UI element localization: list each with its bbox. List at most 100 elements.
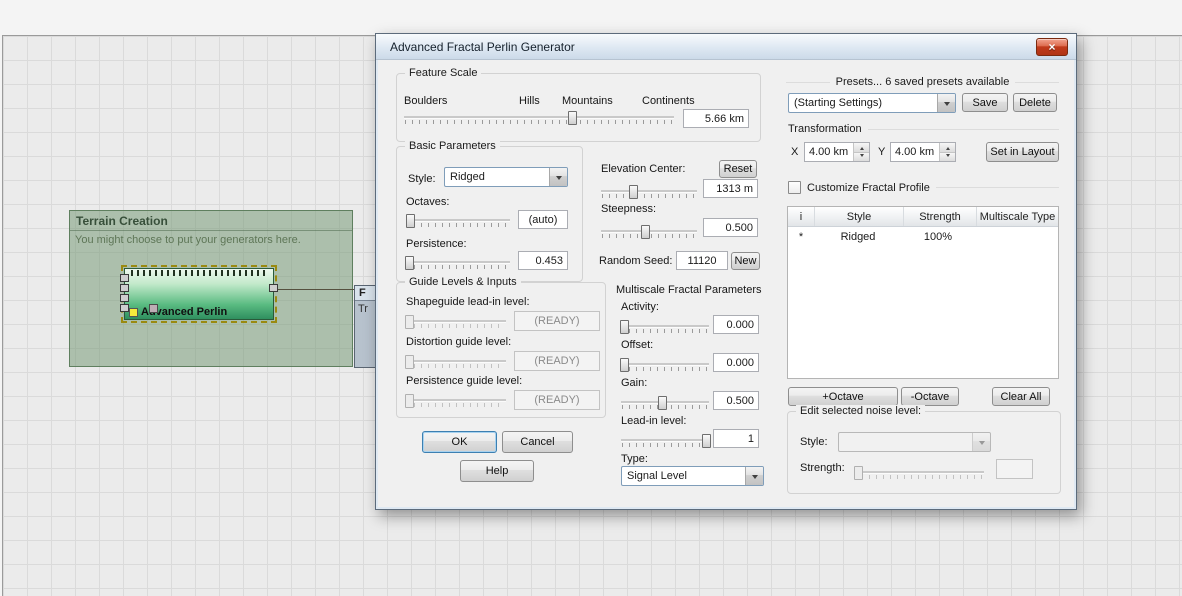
slider-thumb[interactable] — [405, 394, 414, 408]
terrain-group-title: Terrain Creation — [70, 211, 352, 231]
slider-thumb[interactable] — [568, 111, 578, 125]
clear-all-button[interactable]: Clear All — [992, 387, 1050, 406]
chevron-down-icon[interactable] — [549, 168, 567, 186]
node-body[interactable]: Advanced Perlin — [124, 268, 274, 320]
help-button[interactable]: Help — [460, 460, 534, 482]
slider-thumb[interactable] — [619, 358, 629, 372]
advanced-perlin-node[interactable]: Advanced Perlin — [120, 265, 278, 323]
header-multiscale-type[interactable]: Multiscale Type — [977, 207, 1058, 226]
transform-x-input[interactable]: 4.00 km — [804, 142, 870, 162]
chevron-down-icon[interactable] — [745, 467, 763, 485]
slider-ticks — [407, 265, 509, 269]
delete-preset-button[interactable]: Delete — [1013, 93, 1057, 112]
octaves-slider[interactable] — [406, 214, 510, 228]
remove-octave-button[interactable]: -Octave — [901, 387, 959, 406]
leadin-level-slider[interactable] — [621, 434, 712, 448]
offset-value[interactable]: 0.000 — [713, 353, 759, 372]
random-seed-input[interactable]: 11120 — [676, 251, 728, 270]
cancel-button[interactable]: Cancel — [502, 431, 573, 453]
multiscale-section-label: Multiscale Fractal Parameters — [616, 284, 762, 296]
tick-label-continents: Continents — [642, 95, 695, 107]
feature-scale-value[interactable]: 5.66 km — [683, 109, 749, 128]
slider-thumb[interactable] — [405, 315, 414, 329]
octave-table[interactable]: i Style Strength Multiscale Type * Ridge… — [787, 206, 1059, 379]
slider-thumb[interactable] — [702, 434, 712, 448]
type-dropdown[interactable]: Signal Level — [621, 466, 764, 486]
bypass-port[interactable] — [149, 304, 158, 313]
transform-x-label: X — [791, 146, 799, 158]
slider-thumb[interactable] — [405, 355, 414, 369]
divider-line — [786, 81, 830, 83]
shapeguide-slider[interactable] — [405, 315, 506, 329]
guide-levels-legend: Guide Levels & Inputs — [405, 276, 521, 288]
gain-slider[interactable] — [621, 396, 709, 410]
slider-thumb[interactable] — [405, 256, 415, 270]
set-in-layout-button[interactable]: Set in Layout — [986, 142, 1059, 162]
header-strength[interactable]: Strength — [904, 207, 977, 226]
leadin-level-value[interactable]: 1 — [713, 429, 759, 448]
steepness-value[interactable]: 0.500 — [703, 218, 758, 237]
new-seed-button[interactable]: New — [731, 252, 760, 270]
chevron-down-icon[interactable] — [937, 94, 955, 112]
close-button[interactable]: × — [1036, 37, 1068, 56]
output-port[interactable] — [269, 284, 278, 292]
input-port-4[interactable] — [120, 304, 129, 312]
slider-ticks — [622, 329, 708, 333]
transform-y-input[interactable]: 4.00 km — [890, 142, 956, 162]
spinner-up-icon[interactable] — [940, 143, 955, 152]
input-port-1[interactable] — [120, 274, 129, 282]
persistence-guide-status-text: (READY) — [534, 394, 580, 406]
slider-groove — [621, 439, 709, 442]
ok-button[interactable]: OK — [422, 431, 497, 453]
leadin-level-label: Lead-in level: — [621, 415, 687, 427]
spinner-up-icon[interactable] — [854, 143, 869, 152]
leadin-level-value-text: 1 — [747, 432, 754, 445]
persistence-value[interactable]: 0.453 — [518, 251, 568, 270]
spinner-down-icon[interactable] — [854, 151, 869, 161]
steepness-slider[interactable] — [601, 225, 697, 239]
feature-scale-slider[interactable] — [404, 111, 674, 125]
dialog-titlebar[interactable]: Advanced Fractal Perlin Generator × — [376, 34, 1076, 60]
input-port-3[interactable] — [120, 294, 129, 302]
gain-value[interactable]: 0.500 — [713, 391, 759, 410]
activity-slider[interactable] — [619, 320, 709, 334]
edit-strength-label: Strength: — [800, 462, 845, 474]
customize-profile-checkbox[interactable] — [788, 181, 801, 194]
save-preset-button[interactable]: Save — [962, 93, 1008, 112]
activity-value[interactable]: 0.000 — [713, 315, 759, 334]
elevation-center-value[interactable]: 1313 m — [703, 179, 758, 198]
table-row[interactable]: * Ridged 100% — [788, 227, 1058, 246]
slider-thumb[interactable] — [657, 396, 667, 410]
persistence-guide-slider[interactable] — [405, 394, 506, 408]
random-seed-label: Random Seed: — [599, 255, 673, 267]
distortion-guide-slider[interactable] — [405, 355, 506, 369]
slider-thumb — [853, 466, 863, 480]
slider-groove — [406, 399, 506, 402]
add-octave-button[interactable]: +Octave — [788, 387, 898, 406]
header-style[interactable]: Style — [815, 207, 904, 226]
slider-thumb[interactable] — [641, 225, 651, 239]
add-octave-label: +Octave — [822, 390, 864, 403]
node-terrain-preview — [131, 270, 267, 276]
slider-thumb[interactable] — [406, 214, 416, 228]
slider-groove — [406, 261, 510, 264]
persistence-slider[interactable] — [405, 256, 510, 270]
slider-thumb[interactable] — [619, 320, 629, 334]
elevation-center-slider[interactable] — [601, 185, 697, 199]
style-dropdown[interactable]: Ridged — [444, 167, 568, 187]
presets-dropdown[interactable]: (Starting Settings) — [788, 93, 956, 113]
header-index[interactable]: i — [788, 207, 815, 226]
reset-button[interactable]: Reset — [719, 160, 757, 178]
input-port-2[interactable] — [120, 284, 129, 292]
node-output-marker — [129, 307, 138, 317]
octaves-value[interactable]: (auto) — [518, 210, 568, 229]
feature-scale-legend: Feature Scale — [405, 67, 482, 79]
offset-slider[interactable] — [619, 358, 709, 372]
spinner-down-icon[interactable] — [940, 151, 955, 161]
slider-ticks — [622, 443, 708, 447]
slider-thumb[interactable] — [628, 185, 638, 199]
edit-style-dropdown — [838, 432, 991, 452]
style-label: Style: — [408, 173, 436, 185]
persistence-guide-status: (READY) — [514, 390, 600, 410]
divider-line — [935, 187, 1059, 188]
